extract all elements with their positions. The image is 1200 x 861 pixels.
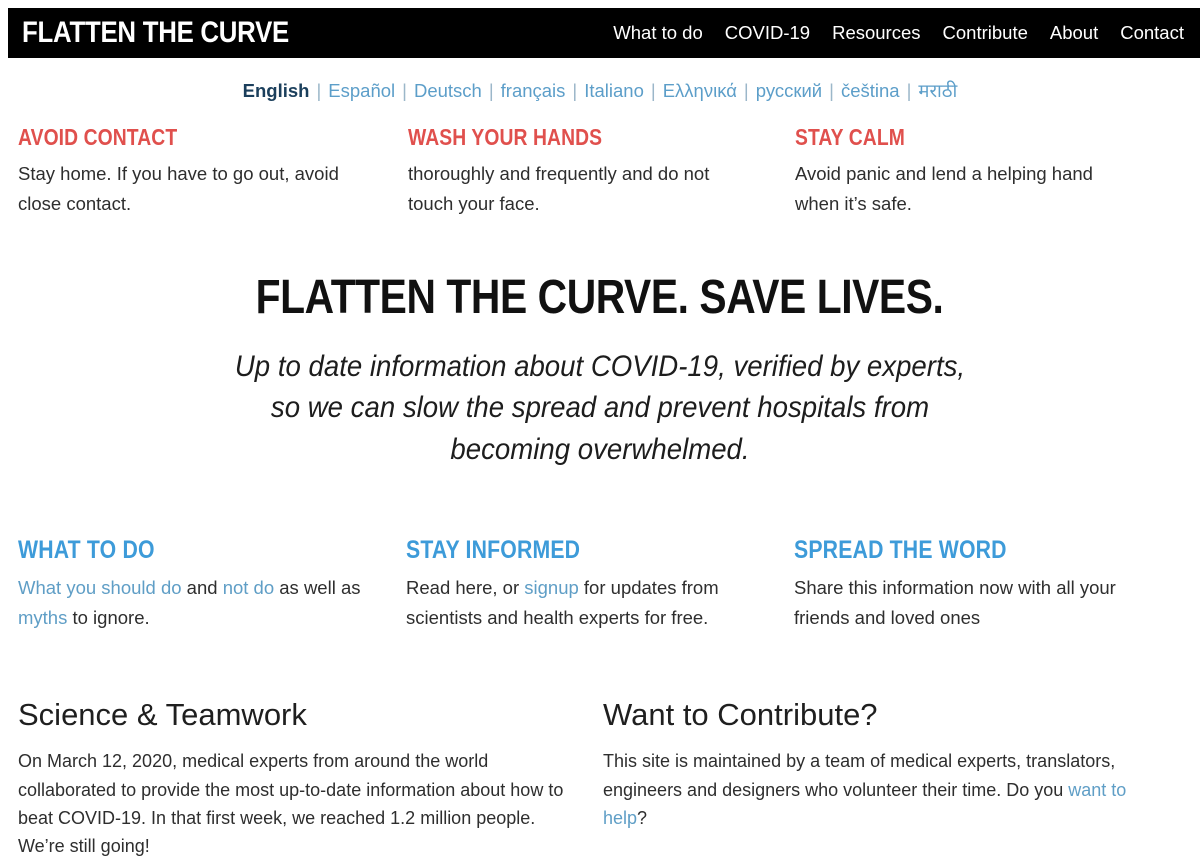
action-heading-text: SPREAD THE WORD [794,536,1007,564]
site-logo[interactable]: FLATTEN THE CURVE [22,18,332,48]
site-logo-text: FLATTEN THE CURVE [22,16,290,49]
language-separator: | [572,80,578,101]
action-heading-text: WHAT TO DO [18,536,155,564]
page-title-text: FLATTEN THE CURVE. SAVE LIVES. [256,271,944,324]
language-option-6[interactable]: Ελληνικά [663,80,737,101]
action-heading: WHAT TO DO [18,536,406,564]
section-title: Want to Contribute? [603,697,878,732]
language-separator: | [906,80,912,101]
inline-text: as well as [274,577,361,598]
action-body: Share this information now with all your… [794,573,1154,632]
inline-text: and [181,577,223,598]
nav-item-covid-19[interactable]: COVID-19 [725,22,810,44]
tip-card-stay-calm: STAY CALM Avoid panic and lend a helping… [795,126,1182,219]
bottom-sections-row: Science & Teamwork On March 12, 2020, me… [18,697,1188,861]
language-option-2[interactable]: Español [328,80,395,101]
language-separator: | [402,80,407,101]
inline-text: This site is maintained by a team of med… [603,751,1116,800]
nav-item-contact[interactable]: Contact [1120,22,1184,44]
section-want-to-contribute: Want to Contribute? This site is maintai… [603,697,1188,861]
primary-nav: What to do COVID-19 Resources Contribute… [613,22,1184,44]
top-navigation-bar: FLATTEN THE CURVE What to do COVID-19 Re… [8,8,1200,58]
tip-heading: AVOID CONTACT [18,124,405,150]
language-option-8[interactable]: čeština [841,80,900,101]
tip-heading: STAY CALM [795,124,1182,150]
inline-link[interactable]: What you should do [18,577,182,598]
language-option-4[interactable]: français [501,80,566,101]
inline-link[interactable]: signup [524,577,579,598]
inline-link[interactable]: not do [223,577,274,598]
page-title: FLATTEN THE CURVE. SAVE LIVES. [0,272,1200,324]
inline-text: Read here, or [406,577,525,598]
language-separator: | [829,80,834,101]
action-heading: SPREAD THE WORD [794,536,1182,564]
language-option-1[interactable]: English [243,80,310,101]
action-body: Read here, or signup for updates from sc… [406,573,766,632]
language-option-5[interactable]: Italiano [584,80,644,101]
tip-body: thoroughly and frequently and do not tou… [408,163,710,215]
tip-body: Stay home. If you have to go out, avoid … [18,163,339,215]
tip-heading: WASH YOUR HANDS [408,124,795,150]
tip-body: Avoid panic and lend a helping hand when… [795,163,1093,215]
action-body: What you should do and not do as well as… [18,573,378,632]
language-option-7[interactable]: русский [756,80,822,101]
inline-text: ? [637,807,648,828]
language-selector: English | Español | Deutsch | français | Italian… [0,78,1200,103]
tip-heading-text: STAY CALM [795,124,905,150]
action-cards-row: WHAT TO DO What you should do and not do… [18,538,1182,632]
language-separator: | [743,80,749,101]
tip-card-wash-your-hands: WASH YOUR HANDS thoroughly and frequentl… [405,126,795,219]
nav-item-about[interactable]: About [1050,22,1098,44]
tip-heading-text: AVOID CONTACT [18,124,178,150]
hero-subtitle-text: Up to date information about COVID-19, v… [234,349,966,466]
section-body: On March 12, 2020, medical experts from … [18,751,564,857]
language-separator: | [650,80,656,101]
language-option-9[interactable]: मराठी [918,80,957,101]
hero-section: FLATTEN THE CURVE. SAVE LIVES. Up to dat… [0,272,1200,470]
hero-subtitle: Up to date information about COVID-19, v… [200,346,1000,470]
inline-link[interactable]: myths [18,607,67,628]
language-option-3[interactable]: Deutsch [414,80,482,101]
tip-card-avoid-contact: AVOID CONTACT Stay home. If you have to … [18,126,405,219]
action-card-spread-the-word: SPREAD THE WORD Share this information n… [794,538,1182,632]
nav-item-resources[interactable]: Resources [832,22,920,44]
action-card-stay-informed: STAY INFORMED Read here, or signup for u… [406,538,794,632]
inline-text: Share this information now with all your… [794,577,1116,628]
language-separator: | [316,80,322,101]
nav-item-contribute[interactable]: Contribute [943,22,1028,44]
inline-text: to ignore. [67,606,150,628]
section-science-and-teamwork: Science & Teamwork On March 12, 2020, me… [18,697,603,861]
section-title: Science & Teamwork [18,697,307,732]
section-body: This site is maintained by a team of med… [603,747,1168,832]
action-heading-text: STAY INFORMED [406,536,581,564]
prevention-tips-row: AVOID CONTACT Stay home. If you have to … [18,126,1182,219]
language-separator: | [488,80,494,101]
nav-item-what-to-do[interactable]: What to do [613,22,702,44]
action-card-what-to-do: WHAT TO DO What you should do and not do… [18,538,406,632]
tip-heading-text: WASH YOUR HANDS [408,124,603,150]
action-heading: STAY INFORMED [406,536,794,564]
